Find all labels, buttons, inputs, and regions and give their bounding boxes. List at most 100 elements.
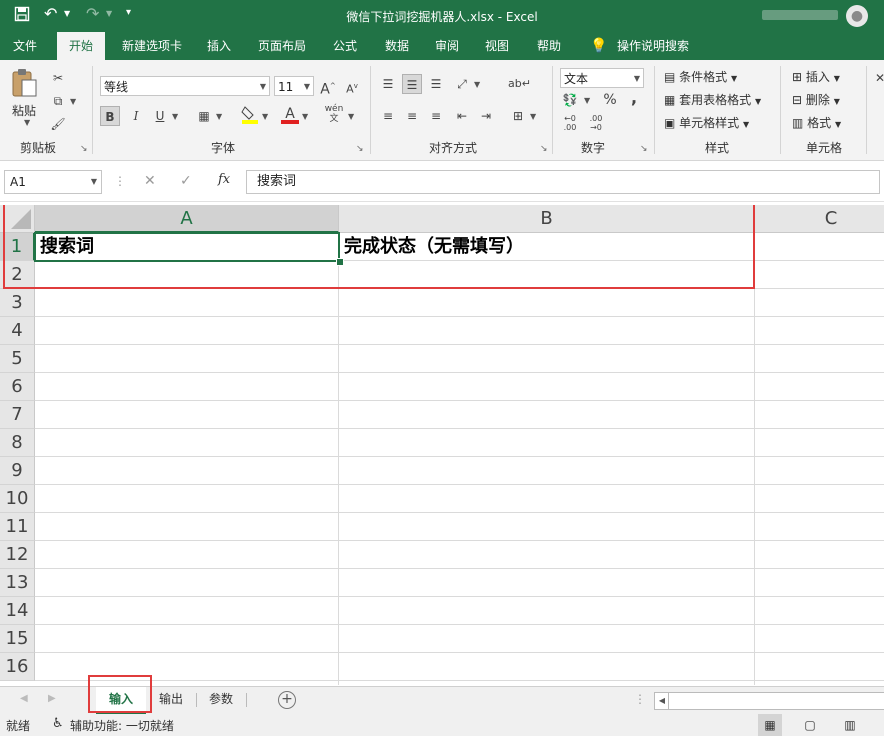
paste-button[interactable]: 粘贴 (12, 102, 36, 119)
tab-view[interactable]: 视图 (476, 32, 518, 60)
phonetic-guide-icon[interactable]: wén 文 (324, 104, 344, 124)
italic-button[interactable]: I (126, 106, 146, 126)
copy-icon[interactable]: ⧉ (48, 91, 68, 111)
row-header[interactable]: 15 (0, 625, 35, 653)
tab-page-layout[interactable]: 页面布局 (250, 32, 314, 60)
tab-home[interactable]: 开始 (57, 32, 105, 60)
wrap-text-icon[interactable]: ab↵ (508, 74, 531, 94)
insert-function-button[interactable]: fx (218, 172, 230, 187)
horizontal-scrollbar[interactable] (668, 692, 884, 710)
delete-cells-button[interactable]: ⊟ 删除 ▼ (792, 91, 840, 108)
accounting-format-icon[interactable]: 💱 (560, 90, 580, 110)
row-gridline (35, 344, 884, 345)
format-cells-button[interactable]: ▥ 格式 ▼ (792, 114, 841, 131)
align-middle-icon[interactable]: ☰ (402, 74, 422, 94)
font-launcher-icon[interactable]: ↘ (356, 144, 364, 154)
tab-data[interactable]: 数据 (376, 32, 418, 60)
font-name-select[interactable]: 等线 ▼ (100, 76, 270, 96)
orientation-icon[interactable]: ⤢ (452, 74, 472, 94)
tell-me-search[interactable]: 操作说明搜索 (612, 32, 694, 60)
decrease-decimal-icon[interactable]: .00 →0 (586, 114, 606, 134)
row-header[interactable]: 11 (0, 513, 35, 541)
scroll-right-icon[interactable]: ▶ (48, 693, 56, 704)
normal-view-icon[interactable]: ▦ (758, 714, 782, 736)
tab-new-tab[interactable]: 新建选项卡 (112, 32, 192, 60)
cut-icon[interactable]: ✂ (48, 68, 68, 88)
column-header-c[interactable]: C (755, 205, 884, 233)
row-header[interactable]: 6 (0, 373, 35, 401)
percent-style-button[interactable]: % (600, 90, 620, 110)
underline-button[interactable]: U (150, 106, 170, 126)
row-header[interactable]: 8 (0, 429, 35, 457)
more-options-icon[interactable]: ⋮ (114, 174, 126, 188)
phonetic-dropdown-icon[interactable]: ▼ (348, 112, 354, 121)
merge-dropdown-icon[interactable]: ▼ (530, 112, 536, 121)
align-bottom-icon[interactable]: ☰ (426, 74, 446, 94)
cancel-button[interactable]: ✕ (144, 173, 156, 189)
font-color-dropdown-icon[interactable]: ▼ (302, 112, 308, 121)
row-header[interactable]: 16 (0, 653, 35, 681)
align-left-icon[interactable]: ≡ (378, 106, 398, 126)
align-top-icon[interactable]: ☰ (378, 74, 398, 94)
conditional-formatting-button[interactable]: ▤ 条件格式 ▼ (664, 68, 737, 85)
avatar[interactable]: ● (846, 5, 868, 27)
increase-decimal-icon[interactable]: ←0.00 (560, 114, 580, 134)
borders-icon[interactable]: ▦ (194, 106, 214, 126)
tab-formulas[interactable]: 公式 (324, 32, 366, 60)
row-header[interactable]: 14 (0, 597, 35, 625)
autosum-icon[interactable]: ✕ (870, 68, 884, 88)
format-painter-icon[interactable]: 🖌 (48, 114, 68, 134)
scroll-left-icon[interactable]: ◀ (20, 693, 28, 704)
bold-button[interactable]: B (100, 106, 120, 126)
decrease-indent-icon[interactable]: ⇤ (452, 106, 472, 126)
sheet-tab-output[interactable]: 输出 (148, 687, 194, 713)
row-header[interactable]: 7 (0, 401, 35, 429)
borders-dropdown-icon[interactable]: ▼ (216, 112, 222, 121)
number-format-select[interactable]: 文本 ▼ (560, 68, 644, 88)
orientation-dropdown-icon[interactable]: ▼ (474, 80, 480, 89)
page-break-view-icon[interactable]: ▥ (838, 714, 862, 736)
accounting-dropdown-icon[interactable]: ▼ (584, 96, 590, 105)
sheet-tab-params[interactable]: 参数 (198, 687, 244, 713)
row-header[interactable]: 12 (0, 541, 35, 569)
alignment-launcher-icon[interactable]: ↘ (540, 144, 548, 154)
name-box[interactable]: A1 ▼ (4, 170, 102, 194)
insert-cells-button[interactable]: ⊞ 插入 ▼ (792, 68, 840, 85)
grow-font-icon[interactable]: A^ (318, 76, 338, 98)
copy-dropdown-icon[interactable]: ▼ (70, 97, 76, 106)
cell-styles-button[interactable]: ▣ 单元格样式 ▼ (664, 114, 749, 131)
underline-dropdown-icon[interactable]: ▼ (172, 112, 178, 121)
align-center-icon[interactable]: ≡ (402, 106, 422, 126)
font-size-select[interactable]: 11 ▼ (274, 76, 314, 96)
font-color-icon[interactable]: A (280, 104, 300, 124)
comma-style-button[interactable]: , (624, 88, 644, 108)
tab-help[interactable]: 帮助 (528, 32, 570, 60)
format-as-table-button[interactable]: ▦ 套用表格格式 ▼ (664, 91, 761, 108)
clipboard-launcher-icon[interactable]: ↘ (80, 144, 88, 154)
paste-icon[interactable] (10, 68, 40, 100)
number-launcher-icon[interactable]: ↘ (640, 144, 648, 154)
tab-review[interactable]: 审阅 (426, 32, 468, 60)
row-header[interactable]: 10 (0, 485, 35, 513)
page-layout-view-icon[interactable]: ▢ (798, 714, 822, 736)
accessibility-icon[interactable]: ♿ (52, 716, 64, 731)
accessibility-status[interactable]: 辅助功能: 一切就绪 (70, 717, 174, 734)
enter-button[interactable]: ✓ (180, 173, 192, 189)
tab-file[interactable]: 文件 (0, 32, 50, 60)
row-header[interactable]: 5 (0, 345, 35, 373)
fill-color-dropdown-icon[interactable]: ▼ (262, 112, 268, 121)
merge-center-icon[interactable]: ⊞ (508, 106, 528, 126)
add-sheet-button[interactable]: + (278, 691, 296, 709)
formula-input[interactable]: 搜索词 (246, 170, 880, 194)
increase-indent-icon[interactable]: ⇥ (476, 106, 496, 126)
row-header[interactable]: 13 (0, 569, 35, 597)
tab-insert[interactable]: 插入 (198, 32, 240, 60)
paste-dropdown-icon[interactable]: ▼ (24, 118, 30, 127)
shrink-font-icon[interactable]: Av (342, 76, 362, 96)
row-header[interactable]: 9 (0, 457, 35, 485)
row-header[interactable]: 4 (0, 317, 35, 345)
row-header[interactable]: 3 (0, 289, 35, 317)
fill-color-icon[interactable] (240, 104, 260, 124)
align-right-icon[interactable]: ≡ (426, 106, 446, 126)
more-tabs-icon[interactable]: ⋮ (634, 692, 646, 706)
